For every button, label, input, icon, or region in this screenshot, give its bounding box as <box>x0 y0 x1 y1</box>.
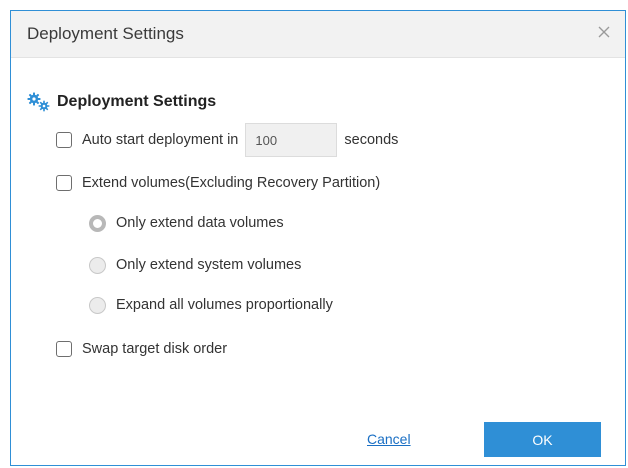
extend-volumes-checkbox[interactable] <box>56 175 72 191</box>
radio-only-extend-data[interactable] <box>89 214 106 232</box>
swap-disk-order-row: Swap target disk order <box>56 339 227 359</box>
dialog-title: Deployment Settings <box>27 24 184 43</box>
radio-label-proportional: Expand all volumes proportionally <box>116 297 333 313</box>
cancel-button[interactable]: Cancel <box>367 431 411 447</box>
auto-start-row: Auto start deployment in seconds <box>56 122 398 158</box>
radio-label-system: Only extend system volumes <box>116 257 302 273</box>
extend-volumes-label: Extend volumes(Excluding Recovery Partit… <box>82 175 381 191</box>
seconds-label: seconds <box>344 132 399 148</box>
dialog-titlebar: Deployment Settings <box>11 11 625 58</box>
extend-volumes-row: Extend volumes(Excluding Recovery Partit… <box>56 173 380 193</box>
ok-button[interactable]: OK <box>484 422 601 457</box>
extend-mode-radio-system[interactable]: Only extend system volumes <box>89 255 301 275</box>
section-header: Deployment Settings <box>27 91 216 113</box>
auto-start-label: Auto start deployment in <box>82 132 239 148</box>
deployment-settings-dialog: Deployment Settings Deployment Settings … <box>10 10 626 466</box>
extend-mode-radio-data[interactable]: Only extend data volumes <box>89 213 284 233</box>
swap-disk-order-checkbox[interactable] <box>56 341 72 357</box>
radio-expand-all-proportionally[interactable] <box>89 296 106 314</box>
close-icon[interactable] <box>595 23 613 41</box>
gears-icon <box>27 92 50 112</box>
radio-only-extend-system[interactable] <box>89 256 106 274</box>
swap-disk-order-label: Swap target disk order <box>82 341 228 357</box>
radio-label-data: Only extend data volumes <box>116 215 284 231</box>
auto-start-seconds-input[interactable] <box>245 123 338 157</box>
section-title: Deployment Settings <box>57 93 217 110</box>
extend-mode-radio-proportional[interactable]: Expand all volumes proportionally <box>89 295 333 315</box>
auto-start-checkbox[interactable] <box>56 132 72 148</box>
